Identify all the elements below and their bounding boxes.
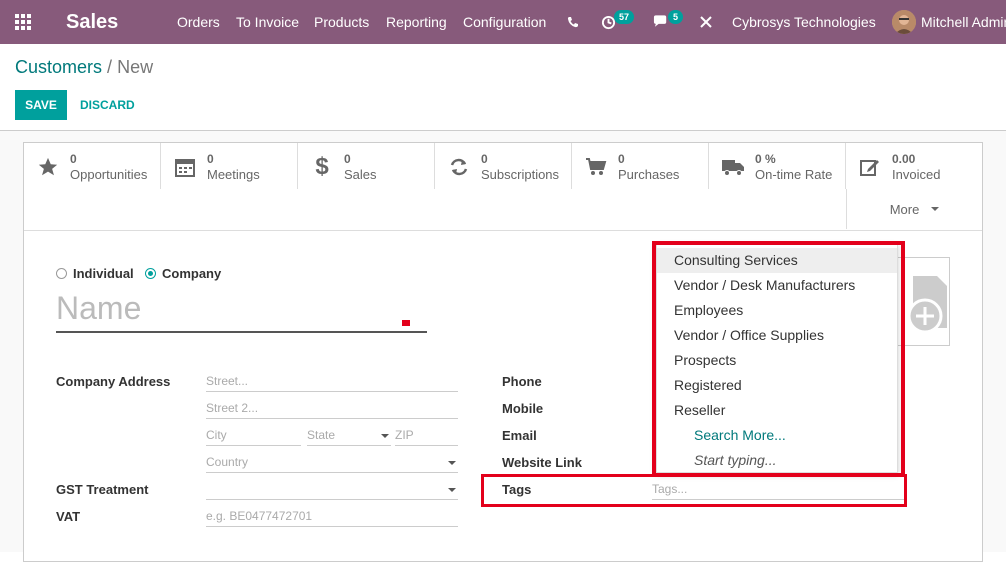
more-button[interactable]: More [846, 189, 982, 229]
state-select[interactable]: State [307, 426, 391, 446]
meetings-label: Meetings [207, 167, 260, 182]
invoiced-label: Invoiced [892, 167, 941, 182]
discard-button[interactable]: DISCARD [80, 90, 135, 120]
control-panel: Customers / New SAVE DISCARD [0, 44, 1006, 131]
save-button[interactable]: SAVE [15, 90, 67, 120]
state-caret-icon [381, 434, 389, 438]
company-address-label: Company Address [56, 374, 171, 389]
breadcrumb-customers-link[interactable]: Customers [15, 57, 102, 77]
purchases-count: 0 [618, 152, 625, 166]
user-avatar[interactable] [892, 10, 916, 34]
menu-configuration[interactable]: Configuration [463, 0, 546, 44]
radio-company[interactable]: Company [145, 266, 221, 281]
smart-button-meetings[interactable]: 0 Meetings [161, 143, 298, 189]
smart-button-on-time-rate[interactable]: 0 % On-time Rate [709, 143, 846, 189]
email-label: Email [502, 428, 537, 443]
vat-label: VAT [56, 509, 81, 524]
street2-input[interactable]: Street 2... [206, 399, 458, 419]
subscriptions-count: 0 [481, 152, 488, 166]
smart-button-purchases[interactable]: 0 Purchases [572, 143, 709, 189]
website-link-label: Website Link [502, 455, 582, 470]
menu-reporting[interactable]: Reporting [386, 0, 447, 44]
radio-individual-circle[interactable] [56, 268, 67, 279]
top-navbar: Sales Orders To Invoice Products Reporti… [0, 0, 1006, 44]
country-placeholder: Country [206, 455, 249, 469]
smart-button-invoiced[interactable]: 0.00 Invoiced [846, 143, 982, 189]
activity-badge: 57 [614, 10, 635, 24]
subscriptions-label: Subscriptions [481, 167, 560, 182]
dollar-icon: $ [315, 153, 329, 180]
on-time-rate-value: 0 % [755, 152, 776, 166]
truck-icon [721, 155, 745, 179]
sales-count: 0 [344, 152, 351, 166]
state-placeholder: State [307, 428, 336, 442]
menu-to-invoice[interactable]: To Invoice [236, 0, 299, 44]
country-select[interactable]: Country [206, 453, 458, 473]
pencil-square-icon [858, 155, 882, 179]
apps-menu-icon[interactable] [14, 0, 34, 44]
radio-company-circle[interactable] [145, 268, 156, 279]
gst-treatment-select[interactable] [206, 480, 458, 500]
purchases-label: Purchases [618, 167, 680, 182]
company-switcher[interactable]: Cybrosys Technologies [732, 0, 876, 44]
breadcrumb-current: New [117, 57, 154, 77]
phone-label: Phone [502, 374, 542, 389]
mobile-label: Mobile [502, 401, 544, 416]
more-label: More [889, 201, 920, 217]
sales-label: Sales [344, 167, 377, 182]
calendar-icon [173, 155, 197, 179]
user-menu[interactable]: Mitchell Admin [921, 0, 1006, 44]
caret-down-icon [931, 207, 940, 211]
tags-field-highlight-box [481, 474, 907, 507]
refresh-icon [447, 155, 471, 179]
smart-button-subscriptions[interactable]: 0 Subscriptions [435, 143, 572, 189]
messages-badge: 5 [668, 10, 684, 24]
activity-clock-icon[interactable] [601, 0, 616, 44]
radio-individual-label: Individual [73, 266, 134, 281]
zip-input[interactable]: ZIP [395, 426, 458, 446]
gst-treatment-label: GST Treatment [56, 482, 149, 497]
vat-input[interactable]: e.g. BE0477472701 [206, 507, 458, 527]
name-input[interactable]: Name [56, 290, 427, 333]
meetings-count: 0 [207, 152, 214, 166]
breadcrumb: Customers / New [15, 57, 153, 78]
menu-orders[interactable]: Orders [177, 0, 220, 44]
radio-company-label: Company [162, 266, 222, 281]
city-input[interactable]: City [206, 426, 301, 446]
smart-button-sales[interactable]: $ 0 Sales [298, 143, 435, 189]
street-input[interactable]: Street... [206, 372, 458, 392]
radio-individual[interactable]: Individual [56, 266, 134, 281]
invoiced-amount: 0.00 [892, 152, 916, 166]
messages-icon[interactable] [653, 0, 670, 44]
shopping-cart-icon [584, 155, 608, 179]
button-box-divider [24, 230, 982, 231]
opportunities-count: 0 [70, 152, 77, 166]
debug-tools-icon[interactable] [700, 0, 712, 44]
app-brand[interactable]: Sales [66, 0, 118, 44]
star-icon [36, 155, 60, 179]
breadcrumb-separator: / [107, 57, 113, 77]
on-time-rate-label: On-time Rate [755, 167, 833, 182]
country-caret-icon [448, 461, 456, 465]
phone-icon[interactable] [567, 0, 579, 44]
gst-caret-icon [448, 488, 456, 492]
opportunities-label: Opportunities [70, 167, 148, 182]
required-field-marker [402, 320, 410, 326]
smart-button-opportunities[interactable]: 0 Opportunities [24, 143, 161, 189]
dropdown-highlight-box [652, 241, 905, 477]
menu-products[interactable]: Products [314, 0, 369, 44]
